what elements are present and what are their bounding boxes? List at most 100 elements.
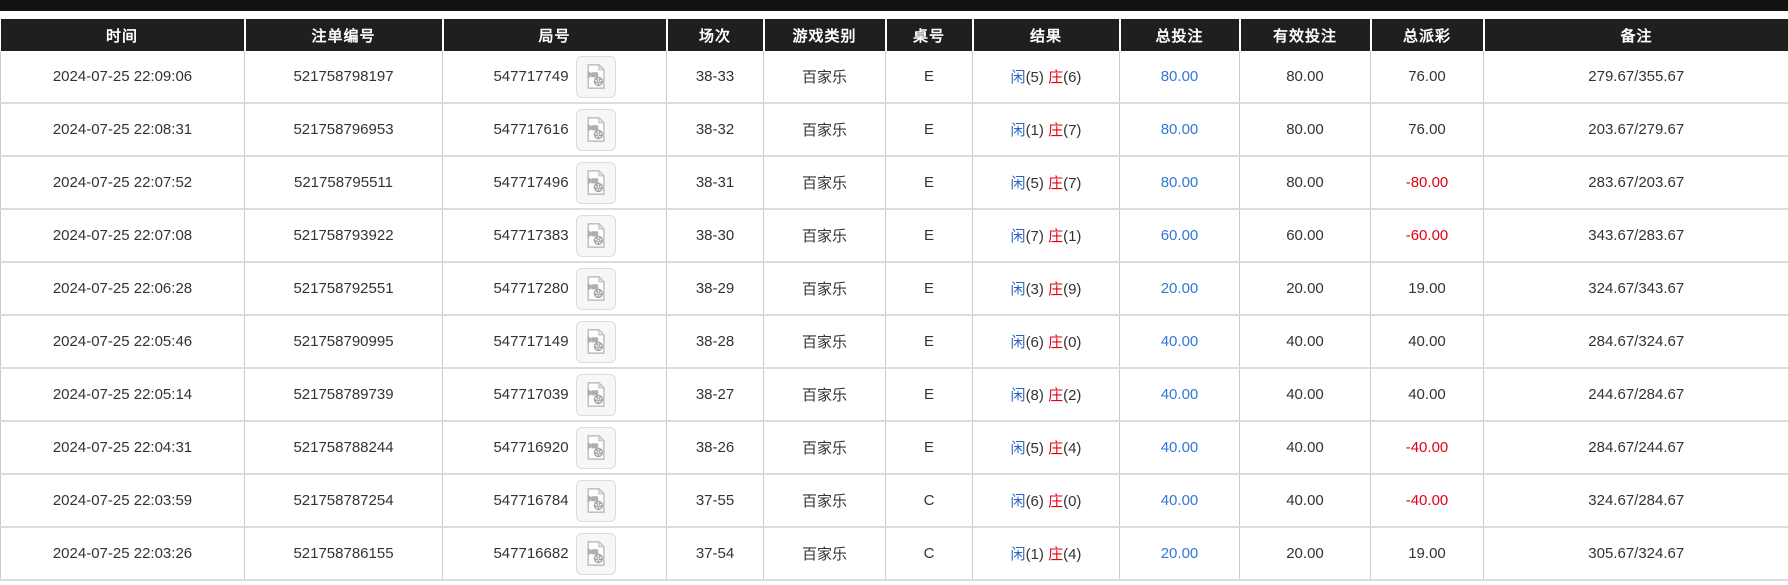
banker-result-points: (9) bbox=[1063, 281, 1081, 298]
cell-valid-bet: 40.00 bbox=[1240, 315, 1371, 368]
table-row: 2024-07-25 22:07:08521758793922547717383… bbox=[1, 209, 1788, 262]
round-number: 547716784 bbox=[493, 492, 568, 509]
cell-session: 38-26 bbox=[667, 421, 764, 474]
cell-round: 547717280 bbox=[443, 262, 667, 315]
table-row: 2024-07-25 22:04:31521758788244547716920… bbox=[1, 421, 1788, 474]
round-number: 547717039 bbox=[493, 386, 568, 403]
video-camera-icon bbox=[582, 62, 609, 91]
cell-session: 37-55 bbox=[667, 474, 764, 527]
video-replay-button[interactable] bbox=[576, 215, 616, 257]
cell-payout: -40.00 bbox=[1371, 474, 1484, 527]
banker-result-points: (1) bbox=[1063, 228, 1081, 245]
video-replay-button[interactable] bbox=[576, 56, 616, 98]
table-row: 2024-07-25 22:05:14521758789739547717039… bbox=[1, 368, 1788, 421]
header-remark: 备注 bbox=[1484, 19, 1788, 51]
video-replay-button[interactable] bbox=[576, 374, 616, 416]
cell-time: 2024-07-25 22:05:14 bbox=[1, 368, 245, 421]
video-replay-button[interactable] bbox=[576, 427, 616, 469]
banker-result-label: 庄 bbox=[1048, 387, 1063, 404]
video-replay-button[interactable] bbox=[576, 109, 616, 151]
cell-valid-bet: 40.00 bbox=[1240, 421, 1371, 474]
cell-total-bet[interactable]: 60.00 bbox=[1120, 209, 1240, 262]
banker-result-label: 庄 bbox=[1048, 122, 1063, 139]
cell-total-bet[interactable]: 80.00 bbox=[1120, 156, 1240, 209]
cell-total-bet[interactable]: 80.00 bbox=[1120, 51, 1240, 103]
cell-table-number: C bbox=[886, 527, 973, 580]
cell-result: 闲(3) 庄(9) bbox=[973, 262, 1120, 315]
video-replay-button[interactable] bbox=[576, 533, 616, 575]
banker-result-points: (2) bbox=[1063, 387, 1081, 404]
table-row: 2024-07-25 22:03:59521758787254547716784… bbox=[1, 474, 1788, 527]
cell-total-bet[interactable]: 40.00 bbox=[1120, 474, 1240, 527]
cell-round: 547716784 bbox=[443, 474, 667, 527]
cell-payout: 40.00 bbox=[1371, 315, 1484, 368]
cell-result: 闲(5) 庄(4) bbox=[973, 421, 1120, 474]
banker-result-points: (7) bbox=[1063, 175, 1081, 192]
cell-table-number: E bbox=[886, 315, 973, 368]
records-body: 2024-07-25 22:09:06521758798197547717749… bbox=[1, 51, 1788, 580]
cell-valid-bet: 40.00 bbox=[1240, 368, 1371, 421]
cell-round: 547717383 bbox=[443, 209, 667, 262]
cell-valid-bet: 20.00 bbox=[1240, 262, 1371, 315]
banker-result-label: 庄 bbox=[1048, 281, 1063, 298]
cell-total-bet[interactable]: 80.00 bbox=[1120, 103, 1240, 156]
cell-total-bet[interactable]: 40.00 bbox=[1120, 421, 1240, 474]
cell-time: 2024-07-25 22:07:08 bbox=[1, 209, 245, 262]
cell-remark: 284.67/244.67 bbox=[1484, 421, 1788, 474]
header-gap bbox=[0, 11, 1788, 19]
table-row: 2024-07-25 22:09:06521758798197547717749… bbox=[1, 51, 1788, 103]
cell-table-number: E bbox=[886, 368, 973, 421]
cell-table-number: E bbox=[886, 103, 973, 156]
cell-session: 38-30 bbox=[667, 209, 764, 262]
round-number: 547717749 bbox=[493, 68, 568, 85]
cell-session: 38-28 bbox=[667, 315, 764, 368]
table-row: 2024-07-25 22:08:31521758796953547717616… bbox=[1, 103, 1788, 156]
cell-table-number: C bbox=[886, 474, 973, 527]
cell-round: 547716682 bbox=[443, 527, 667, 580]
banker-result-label: 庄 bbox=[1048, 493, 1063, 510]
cell-time: 2024-07-25 22:06:28 bbox=[1, 262, 245, 315]
header-payout: 总派彩 bbox=[1371, 19, 1484, 51]
banker-result-points: (0) bbox=[1063, 334, 1081, 351]
cell-remark: 284.67/324.67 bbox=[1484, 315, 1788, 368]
video-replay-button[interactable] bbox=[576, 321, 616, 363]
header-game: 游戏类别 bbox=[764, 19, 886, 51]
round-content: 547717383 bbox=[443, 215, 666, 257]
round-content: 547716920 bbox=[443, 427, 666, 469]
cell-game-type: 百家乐 bbox=[764, 103, 886, 156]
cell-session: 37-54 bbox=[667, 527, 764, 580]
video-camera-icon bbox=[582, 327, 609, 356]
cell-payout: 76.00 bbox=[1371, 51, 1484, 103]
cell-valid-bet: 80.00 bbox=[1240, 156, 1371, 209]
player-result-points: (1) bbox=[1026, 546, 1044, 563]
cell-total-bet[interactable]: 40.00 bbox=[1120, 315, 1240, 368]
video-camera-icon bbox=[582, 221, 609, 250]
cell-total-bet[interactable]: 20.00 bbox=[1120, 262, 1240, 315]
video-camera-icon bbox=[582, 539, 609, 568]
cell-table-number: E bbox=[886, 156, 973, 209]
video-camera-icon bbox=[582, 380, 609, 409]
cell-total-bet[interactable]: 40.00 bbox=[1120, 368, 1240, 421]
video-replay-button[interactable] bbox=[576, 162, 616, 204]
header-session: 场次 bbox=[667, 19, 764, 51]
cell-game-type: 百家乐 bbox=[764, 209, 886, 262]
cell-time: 2024-07-25 22:09:06 bbox=[1, 51, 245, 103]
player-result-points: (3) bbox=[1026, 281, 1044, 298]
video-replay-button[interactable] bbox=[576, 480, 616, 522]
video-camera-icon bbox=[582, 115, 609, 144]
cell-game-type: 百家乐 bbox=[764, 368, 886, 421]
round-number: 547717149 bbox=[493, 333, 568, 350]
player-result-label: 闲 bbox=[1011, 387, 1026, 404]
video-replay-button[interactable] bbox=[576, 268, 616, 310]
cell-session: 38-32 bbox=[667, 103, 764, 156]
player-result-points: (1) bbox=[1026, 122, 1044, 139]
cell-payout: -80.00 bbox=[1371, 156, 1484, 209]
player-result-points: (5) bbox=[1026, 440, 1044, 457]
round-content: 547717039 bbox=[443, 374, 666, 416]
cell-total-bet[interactable]: 20.00 bbox=[1120, 527, 1240, 580]
player-result-points: (7) bbox=[1026, 228, 1044, 245]
cell-bet-id: 521758793922 bbox=[245, 209, 443, 262]
banker-result-points: (4) bbox=[1063, 546, 1081, 563]
header-table_no: 桌号 bbox=[886, 19, 973, 51]
cell-valid-bet: 40.00 bbox=[1240, 474, 1371, 527]
